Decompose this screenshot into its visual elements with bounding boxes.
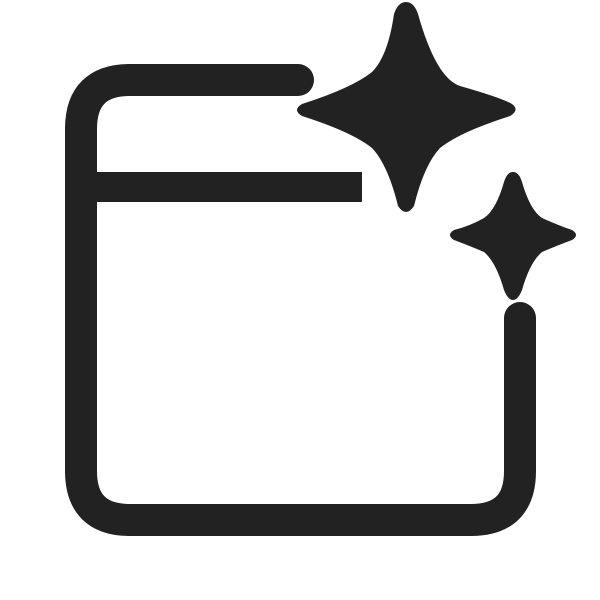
window-sparkle-icon (65, 2, 576, 536)
sparkle-small-icon (450, 172, 576, 300)
window-frame-outline (65, 64, 536, 536)
icon-canvas (0, 0, 600, 600)
